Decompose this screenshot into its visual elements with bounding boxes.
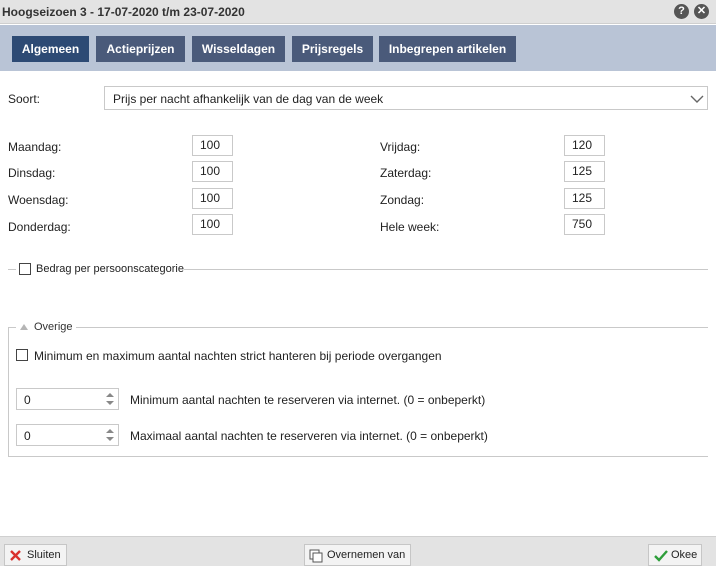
vrijdag-label: Vrijdag: (380, 140, 421, 154)
title-bar: Hoogseizoen 3 - 17-07-2020 t/m 23-07-202… (0, 0, 716, 24)
checkmark-icon (654, 550, 668, 562)
max-nights-label: Maximaal aantal nachten te reserveren vi… (130, 429, 488, 443)
fieldset-divider (8, 269, 16, 270)
tab-wisseldagen[interactable]: Wisseldagen (192, 36, 285, 62)
soort-select[interactable]: Prijs per nacht afhankelijk van de dag v… (104, 86, 708, 110)
donderdag-input[interactable]: 100 (192, 214, 233, 235)
fieldset-divider (184, 269, 708, 270)
dinsdag-input[interactable]: 100 (192, 161, 233, 182)
min-nights-value: 0 (24, 393, 31, 407)
min-nights-label: Minimum aantal nachten te reserveren via… (130, 393, 486, 407)
copy-icon (309, 549, 323, 563)
persoonscategorie-label: Bedrag per persoonscategorie (36, 263, 184, 275)
close-button[interactable]: Sluiten (4, 544, 67, 566)
overige-legend-label: Overige (34, 321, 73, 333)
ok-button-label: Okee (671, 549, 698, 561)
collapse-triangle-icon (20, 324, 28, 330)
tab-inbegrepen-artikelen[interactable]: Inbegrepen artikelen (379, 36, 516, 62)
chevron-down-icon (690, 95, 704, 103)
dinsdag-label: Dinsdag: (8, 166, 56, 180)
tab-prijsregels[interactable]: Prijsregels (292, 36, 373, 62)
min-nights-spinner[interactable]: 0 (16, 388, 119, 410)
close-button-label: Sluiten (27, 549, 61, 561)
maandag-input[interactable]: 100 (192, 135, 233, 156)
strict-nights-checkbox[interactable] (16, 349, 28, 361)
ok-button[interactable]: Okee (648, 544, 702, 566)
help-icon[interactable]: ? (674, 4, 689, 19)
copy-from-button-label: Overnemen van (327, 549, 406, 561)
max-nights-value: 0 (24, 429, 31, 443)
strict-nights-label: Minimum en maximum aantal nachten strict… (34, 349, 442, 363)
zondag-input[interactable]: 125 (564, 188, 605, 209)
soort-label: Soort: (8, 92, 41, 106)
zondag-label: Zondag: (380, 193, 425, 207)
close-window-icon[interactable]: ✕ (694, 4, 709, 19)
tab-algemeen[interactable]: Algemeen (12, 36, 89, 62)
max-nights-spinner[interactable]: 0 (16, 424, 119, 446)
woensdag-label: Woensdag: (8, 193, 69, 207)
footer-bar: Sluiten Overnemen van Okee (0, 536, 716, 566)
spinner-arrows-icon[interactable] (106, 427, 114, 443)
spinner-arrows-icon[interactable] (106, 391, 114, 407)
donderdag-label: Donderdag: (8, 220, 71, 234)
soort-value: Prijs per nacht afhankelijk van de dag v… (113, 92, 384, 106)
close-icon (10, 550, 21, 561)
tab-bar: Algemeen Actieprijzen Wisseldagen Prijsr… (0, 25, 716, 71)
zaterdag-label: Zaterdag: (380, 166, 432, 180)
woensdag-input[interactable]: 100 (192, 188, 233, 209)
zaterdag-input[interactable]: 125 (564, 161, 605, 182)
copy-from-button[interactable]: Overnemen van (304, 544, 411, 566)
hele-week-input[interactable]: 750 (564, 214, 605, 235)
hele-week-label: Hele week: (380, 220, 440, 234)
overige-legend[interactable]: Overige (16, 320, 76, 334)
window-title: Hoogseizoen 3 - 17-07-2020 t/m 23-07-202… (2, 5, 245, 19)
vrijdag-input[interactable]: 120 (564, 135, 605, 156)
persoonscategorie-checkbox[interactable] (19, 263, 31, 275)
tab-actieprijzen[interactable]: Actieprijzen (96, 36, 185, 62)
maandag-label: Maandag: (8, 140, 62, 154)
